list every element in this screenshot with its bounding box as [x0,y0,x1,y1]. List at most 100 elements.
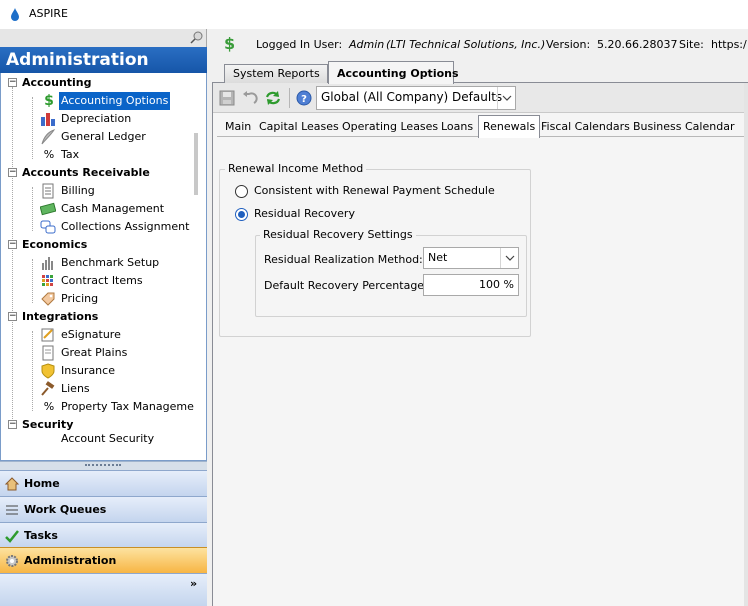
tree-group-label: Accounts Receivable [22,166,150,179]
tree-item-accounting-options[interactable]: $ Accounting Options [1,92,191,110]
tree-group-economics[interactable]: − Economics [1,236,191,254]
user-info-bar: $ Logged In User: Admin (LTI Technical S… [212,29,748,59]
tree-item-label: Benchmark Setup [61,256,160,269]
tree-item-pricing[interactable]: Pricing [1,290,191,308]
nav-label: Tasks [24,529,58,542]
collapse-icon[interactable]: − [8,168,17,177]
tree-group-integrations[interactable]: − Integrations [1,308,191,326]
tab-system-reports[interactable]: System Reports [224,64,328,83]
chevron-down-icon[interactable] [497,87,515,109]
chat-bubbles-icon [40,220,56,234]
tree-item-label: Collections Assignment [61,220,190,233]
options-sub-tabs: Main Capital Leases Operating Leases Loa… [217,115,748,138]
tree-group-accounts-receivable[interactable]: − Accounts Receivable [1,164,191,182]
renewals-tab-body: Renewal Income Method Consistent with Re… [213,137,748,606]
collapse-icon[interactable]: − [8,312,17,321]
tab-label: Accounting Options [337,67,459,80]
user-name: Admin [349,38,385,51]
tab-label: Operating Leases [342,120,439,133]
site-value: https:/ [711,38,747,51]
tab-capital-leases[interactable]: Capital Leases [255,118,343,137]
undo-icon[interactable] [241,89,259,107]
tab-main[interactable]: Main [221,118,255,137]
residual-method-select[interactable]: Net [423,247,519,269]
grid-icon [42,275,53,286]
nav-tasks-button[interactable]: Tasks [0,522,207,548]
tree-item-account-security[interactable]: Account Security [1,434,191,444]
tree-group-security[interactable]: − Security [1,416,191,434]
scope-combobox[interactable]: Global (All Company) Defaults [316,86,516,110]
radio-residual-recovery-button[interactable] [235,208,248,221]
dollar-icon: $ [224,34,236,53]
more-chevron-icon[interactable]: » [190,578,202,599]
recovery-percentage-input[interactable]: 100 % [423,274,519,296]
admin-tree[interactable]: − Accounting $ Accounting Options Deprec… [0,73,207,461]
tab-fiscal-calendars[interactable]: Fiscal Calendars [537,118,634,137]
tab-renewals[interactable]: Renewals [478,115,541,138]
collapse-icon[interactable]: − [8,78,17,87]
panel-splitter[interactable] [0,461,207,470]
company-name: (LTI Technical Solutions, Inc.) [386,38,546,51]
tab-label: Renewals [483,120,536,133]
tree-item-label: Great Plains [61,346,128,359]
tree-item-label: Liens [61,382,90,395]
tab-label: Main [225,120,252,133]
tab-business-calendar[interactable]: Business Calendar [629,118,738,137]
percent-icon: % [43,148,55,161]
nav-administration-button[interactable]: Administration [0,547,207,573]
refresh-icon[interactable] [264,89,282,107]
collapse-icon[interactable]: − [8,240,17,249]
groupbox-title: Residual Recovery Settings [260,228,416,241]
tree-item-benchmark-setup[interactable]: Benchmark Setup [1,254,191,272]
radio-consistent-schedule-button[interactable] [235,185,248,198]
invoice-icon [42,183,54,199]
tree-item-collections-assignment[interactable]: Collections Assignment [1,218,191,236]
radio-consistent-schedule[interactable]: Consistent with Renewal Payment Schedule [235,183,515,201]
pin-icon[interactable] [189,31,204,44]
tree-item-property-tax[interactable]: % Property Tax Manageme [1,398,194,416]
tree-item-cash-management[interactable]: Cash Management [1,200,191,218]
tree-item-liens[interactable]: Liens [1,380,191,398]
tree-vertical-scrollbar[interactable] [194,133,198,195]
recovery-percentage-label: Default Recovery Percentage: [264,279,428,292]
residual-method-label: Residual Realization Method: [264,253,423,266]
aspire-logo-icon [11,8,19,21]
tree-item-esignature[interactable]: eSignature [1,326,191,344]
tree-item-tax[interactable]: % Tax [1,146,191,164]
nav-work-queues-button[interactable]: Work Queues [0,496,207,522]
shield-icon [41,363,55,379]
help-icon[interactable]: ? [295,89,313,107]
tree-item-label: Contract Items [61,274,143,287]
window-title: ASPIRE [29,7,68,20]
sidebar-header: Administration [0,47,207,73]
tree-item-label: Pricing [61,292,99,305]
gear-icon [6,555,18,567]
residual-recovery-settings-group: Residual Recovery Settings Residual Real… [255,228,527,317]
tree-item-contract-items[interactable]: Contract Items [1,272,191,290]
collapse-icon[interactable]: − [8,420,17,429]
tree-item-insurance[interactable]: Insurance [1,362,191,380]
tree-item-label: Insurance [61,364,115,377]
chevron-down-icon[interactable] [500,248,518,268]
recovery-percentage-value: 100 % [479,278,514,291]
tab-loans[interactable]: Loans [437,118,477,137]
dollar-icon: $ [44,93,54,109]
tree-item-depreciation[interactable]: Depreciation [1,110,191,128]
quill-icon [41,129,56,145]
version-value: 5.20.66.28037 [597,38,678,51]
tab-label: Loans [441,120,474,133]
list-icon [6,505,18,515]
tree-group-label: Economics [22,238,88,251]
tree-item-general-ledger[interactable]: General Ledger [1,128,191,146]
tree-group-accounting[interactable]: − Accounting [1,74,191,92]
nav-home-button[interactable]: Home [0,470,207,496]
radio-residual-recovery[interactable]: Residual Recovery [235,206,435,224]
tab-operating-leases[interactable]: Operating Leases [338,118,442,137]
save-icon[interactable] [218,89,236,107]
tree-item-billing[interactable]: Billing [1,182,191,200]
site-label: Site: [679,38,704,51]
bar-chart-icon [41,113,55,126]
tab-accounting-options[interactable]: Accounting Options [328,61,459,84]
tree-item-great-plains[interactable]: Great Plains [1,344,191,362]
tree-group-label: Integrations [22,310,99,323]
